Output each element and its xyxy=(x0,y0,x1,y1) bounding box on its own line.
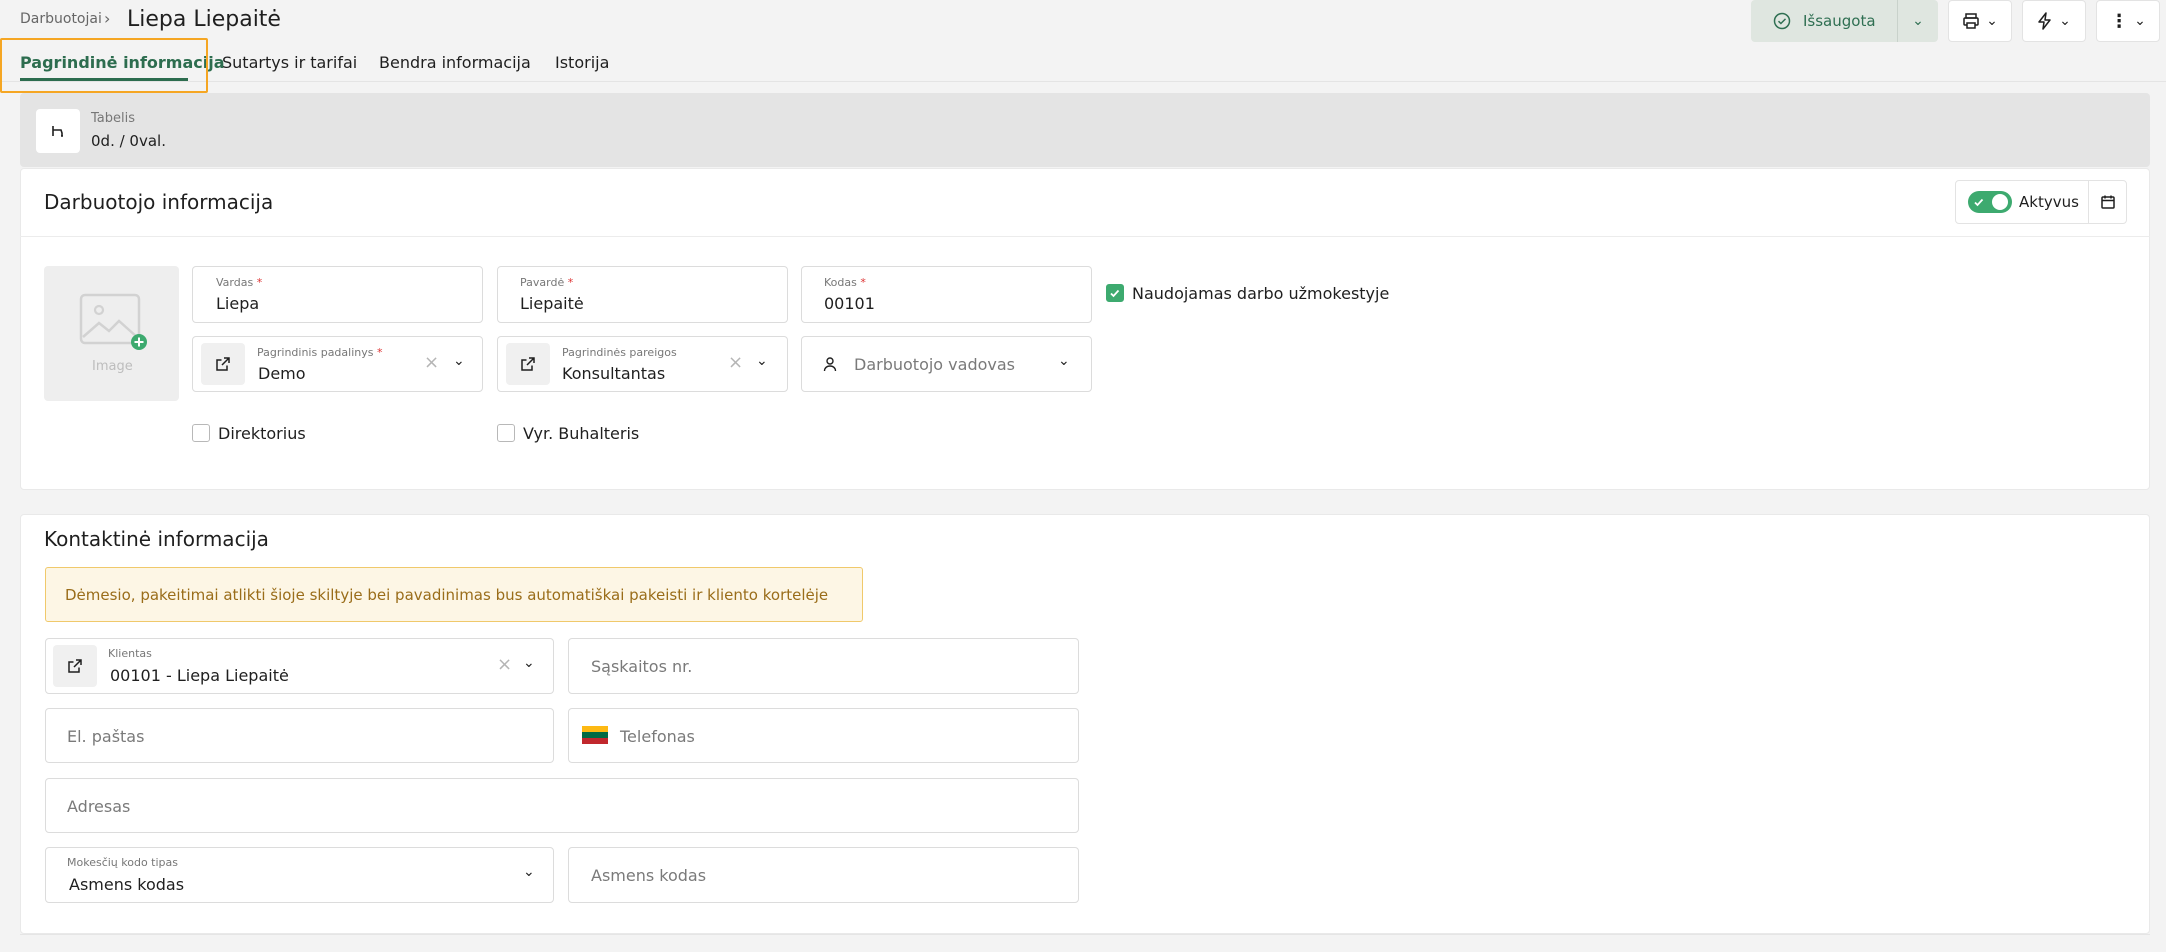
check-circle-icon xyxy=(1773,12,1791,30)
tabelis-label: Tabelis xyxy=(91,111,136,126)
director-label: Direktorius xyxy=(218,424,306,443)
flag-lt-icon[interactable] xyxy=(582,726,608,744)
external-link-icon xyxy=(521,357,535,371)
calendar-icon xyxy=(2100,195,2115,209)
image-placeholder-icon xyxy=(79,293,147,350)
tab-contracts[interactable]: Sutartys ir tarifai xyxy=(222,53,357,72)
clear-icon[interactable]: × xyxy=(497,654,512,675)
code-value: 00101 xyxy=(824,294,875,313)
position-value: Konsultantas xyxy=(562,364,666,383)
external-link-icon xyxy=(68,659,82,673)
department-open-button[interactable] xyxy=(201,343,245,385)
client-open-button[interactable] xyxy=(53,645,97,687)
payroll-label: Naudojamas darbo užmokestyje xyxy=(1132,284,1390,303)
contact-section-title: Kontaktinė informacija xyxy=(44,527,269,551)
first-name-field[interactable]: Vardas * Liepa xyxy=(192,266,483,323)
account-number-placeholder: Sąskaitos nr. xyxy=(591,657,693,676)
chevron-down-icon[interactable]: ⌄ xyxy=(523,655,535,671)
actions-button[interactable]: ⌄ xyxy=(2022,0,2086,42)
chevron-down-icon: ⌄ xyxy=(2134,13,2146,29)
clear-icon[interactable]: × xyxy=(424,352,439,373)
client-select[interactable]: Klientas 00101 - Liepa Liepaitė × ⌄ xyxy=(45,638,554,694)
tab-general-info[interactable]: Bendra informacija xyxy=(379,53,531,72)
more-button[interactable]: ⋮ ⌄ xyxy=(2096,0,2160,42)
department-select[interactable]: Pagrindinis padalinys * Demo × ⌄ xyxy=(192,336,483,392)
printer-icon xyxy=(1963,13,1979,29)
chief-accountant-checkbox[interactable] xyxy=(497,424,515,442)
breadcrumb-separator: › xyxy=(104,9,111,28)
toggle-knob xyxy=(1992,194,2008,210)
email-input[interactable]: El. paštas xyxy=(45,708,554,763)
chevron-down-icon[interactable]: ⌄ xyxy=(1058,353,1070,369)
first-name-value: Liepa xyxy=(216,294,260,313)
email-placeholder: El. paštas xyxy=(67,727,145,746)
chevron-down-icon[interactable]: ⌄ xyxy=(453,353,465,369)
code-field[interactable]: Kodas * 00101 xyxy=(801,266,1092,323)
code-label: Kodas xyxy=(824,276,857,289)
print-button[interactable]: ⌄ xyxy=(1948,0,2012,42)
clear-icon[interactable]: × xyxy=(728,352,743,373)
page-title: Liepa Liepaitė xyxy=(127,7,281,32)
tax-code-type-label: Mokesčių kodo tipas xyxy=(67,856,179,869)
first-name-label: Vardas xyxy=(216,276,254,289)
saved-dropdown-button[interactable]: ⌄ xyxy=(1897,0,1938,42)
chief-accountant-label: Vyr. Buhalteris xyxy=(523,424,640,443)
chevron-down-icon[interactable]: ⌄ xyxy=(523,864,535,880)
saved-label: Išsaugota xyxy=(1803,12,1876,30)
address-input[interactable]: Adresas xyxy=(45,778,1079,833)
section-divider xyxy=(20,236,2150,237)
manager-select[interactable]: Darbuotojo vadovas ⌄ xyxy=(801,336,1092,392)
tabelis-button[interactable] xyxy=(36,109,80,153)
employee-info-card xyxy=(20,168,2150,490)
external-link-icon xyxy=(216,357,230,371)
tax-code-type-value: Asmens kodas xyxy=(69,875,185,894)
check-icon xyxy=(1974,198,1984,207)
chevron-down-icon: ⌄ xyxy=(1912,13,1924,29)
chevron-down-icon: ⌄ xyxy=(1986,13,1998,29)
tab-history[interactable]: Istorija xyxy=(555,53,609,72)
person-icon xyxy=(823,357,837,372)
phone-input[interactable]: Telefonas xyxy=(568,708,1079,763)
manager-placeholder: Darbuotojo vadovas xyxy=(854,355,1015,374)
payroll-checkbox[interactable] xyxy=(1106,284,1124,302)
department-value: Demo xyxy=(258,364,306,383)
tabelis-icon xyxy=(52,126,63,137)
client-label: Klientas xyxy=(108,647,152,660)
tabelis-panel xyxy=(20,93,2150,167)
last-name-label: Pavardė xyxy=(520,276,565,289)
position-open-button[interactable] xyxy=(506,343,550,385)
tabelis-value: 0d. / 0val. xyxy=(91,132,166,150)
last-name-field[interactable]: Pavardė * Liepaitė xyxy=(497,266,788,323)
lightning-icon xyxy=(2038,12,2051,30)
phone-placeholder: Telefonas xyxy=(620,727,695,746)
section-divider xyxy=(20,934,2150,935)
image-label: Image xyxy=(92,359,133,374)
director-checkbox[interactable] xyxy=(192,424,210,442)
account-number-input[interactable]: Sąskaitos nr. xyxy=(568,638,1079,694)
department-label: Pagrindinis padalinys xyxy=(257,346,374,359)
last-name-value: Liepaitė xyxy=(520,294,584,313)
position-label: Pagrindinės pareigos xyxy=(562,346,677,359)
personal-code-placeholder: Asmens kodas xyxy=(591,866,707,885)
saved-button[interactable]: Išsaugota ⌄ xyxy=(1751,0,1938,42)
address-placeholder: Adresas xyxy=(67,797,131,816)
client-value: 00101 - Liepa Liepaitė xyxy=(110,666,289,685)
chevron-down-icon: ⌄ xyxy=(2059,13,2071,29)
chevron-down-icon[interactable]: ⌄ xyxy=(756,353,768,369)
personal-code-input[interactable]: Asmens kodas xyxy=(568,847,1079,903)
check-icon xyxy=(1110,289,1120,298)
more-vertical-icon: ⋮ xyxy=(2110,10,2129,32)
tax-code-type-select[interactable]: Mokesčių kodo tipas Asmens kodas ⌄ xyxy=(45,847,554,903)
position-select[interactable]: Pagrindinės pareigos Konsultantas × ⌄ xyxy=(497,336,788,392)
calendar-button[interactable] xyxy=(2088,181,2126,223)
breadcrumb[interactable]: Darbuotojai xyxy=(20,11,102,27)
active-label: Aktyvus xyxy=(2019,193,2079,211)
tab-focus-highlight xyxy=(0,38,208,93)
warning-text: Dėmesio, pakeitimai atlikti šioje skilty… xyxy=(65,586,829,604)
employee-section-title: Darbuotojo informacija xyxy=(44,190,274,214)
